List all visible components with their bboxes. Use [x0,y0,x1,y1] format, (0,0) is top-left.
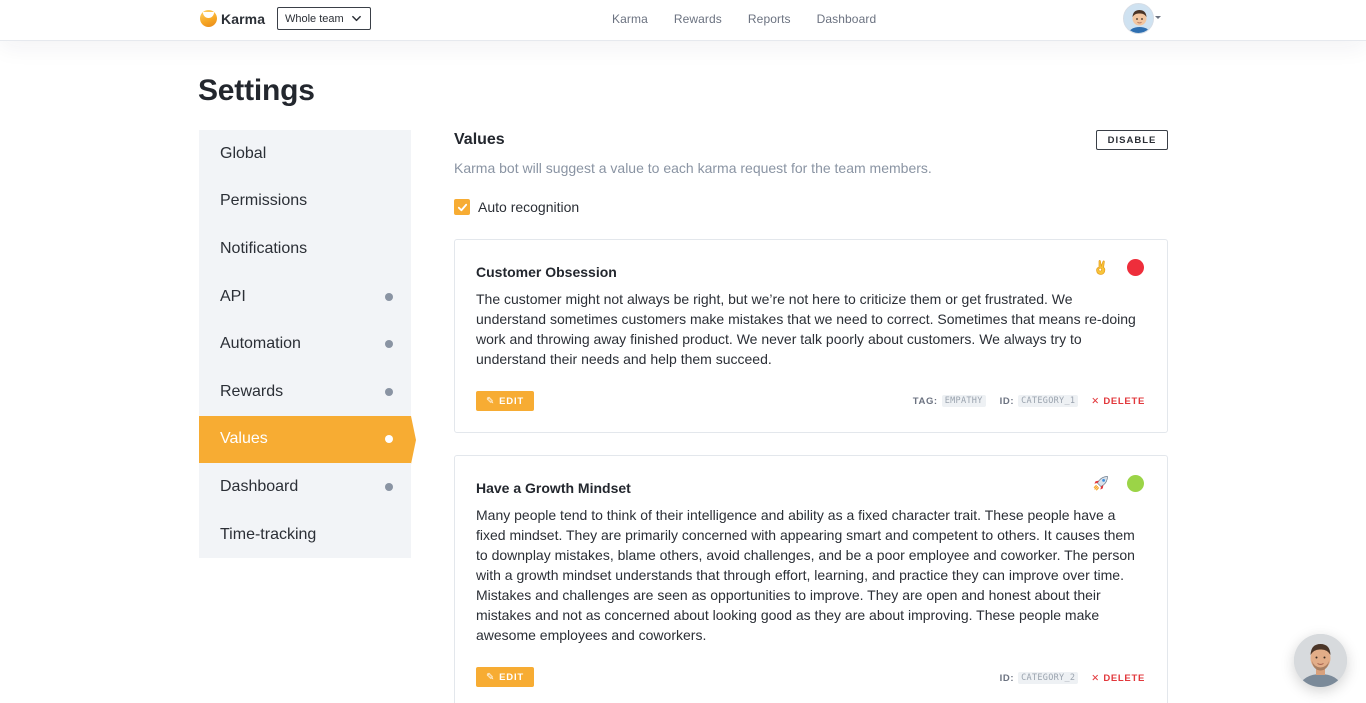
top-navigation-bar: Karma Whole team Karma Rewards Reports D… [0,0,1366,41]
edit-button-label: EDIT [499,395,525,407]
value-card: Have a Growth Mindset Many people tend t… [454,455,1168,703]
sidebar-item-label: Dashboard [220,477,299,495]
nav-link-dashboard[interactable]: Dashboard [817,12,877,26]
delete-button-label: DELETE [1103,672,1145,684]
value-title: Customer Obsession [476,264,617,280]
delete-button[interactable]: ✕ DELETE [1091,396,1145,407]
edit-button[interactable]: ✎ EDIT [476,391,534,411]
sidebar-item-rewards[interactable]: Rewards [199,368,411,416]
value-color-swatch[interactable] [1127,259,1144,276]
sidebar-item-label: Automation [220,335,301,353]
sidebar-item-api[interactable]: API [199,273,411,321]
nav-link-rewards[interactable]: Rewards [674,12,722,26]
pencil-icon: ✎ [485,671,496,683]
karma-logo-icon [200,10,217,27]
user-menu-caret-icon[interactable] [1155,16,1161,19]
sidebar-item-dashboard[interactable]: Dashboard [199,463,411,511]
main-nav: Karma Rewards Reports Dashboard [612,12,902,26]
status-dot [385,340,393,349]
sidebar-item-label: Permissions [220,192,308,210]
page-title: Settings [198,74,315,107]
sidebar-item-notifications[interactable]: Notifications [199,225,411,273]
support-agent-avatar-icon [1294,634,1347,687]
delete-button[interactable]: ✕ DELETE [1091,673,1145,684]
close-icon: ✕ [1091,395,1100,407]
brand-name: Karma [221,10,266,27]
status-dot [385,435,393,444]
tag-label: TAG: [912,395,938,407]
brand-link[interactable]: Karma [200,10,265,27]
user-avatar[interactable] [1123,3,1154,34]
pencil-icon: ✎ [485,395,496,407]
sidebar-item-permissions[interactable]: Permissions [199,178,411,226]
team-select[interactable]: Whole team [277,7,371,30]
sidebar-item-label: Rewards [220,382,284,400]
rocket-emoji-icon [1093,476,1108,491]
sidebar-item-label: Values [220,430,268,448]
sidebar-item-automation[interactable]: Automation [199,320,411,368]
nav-link-reports[interactable]: Reports [748,12,791,26]
section-description: Karma bot will suggest a value to each k… [454,160,932,176]
id-value: CATEGORY_2 [1018,672,1079,684]
value-title: Have a Growth Mindset [476,480,631,496]
auto-recognition-label: Auto recognition [478,199,580,215]
sidebar-item-values[interactable]: Values [199,415,416,464]
section-title: Values [454,131,505,148]
checkmark-icon [457,203,467,211]
value-meta: TAG: EMPATHY ID: CATEGORY_1 ✕ DELETE [913,395,1145,407]
ok-hand-emoji-icon [1096,259,1106,275]
status-dot [385,482,393,491]
id-label: ID: [999,395,1015,407]
tag-value: EMPATHY [941,395,986,407]
id-label: ID: [999,672,1015,684]
sidebar-item-label: API [220,287,246,305]
sidebar-item-label: Time-tracking [220,525,317,543]
sidebar-item-global[interactable]: Global [199,130,411,178]
settings-sidebar: Global Permissions Notifications API Aut… [199,130,416,559]
chevron-down-icon [352,15,361,22]
sidebar-item-label: Global [220,144,267,162]
auto-recognition-checkbox[interactable] [454,199,470,215]
value-color-swatch[interactable] [1127,475,1144,492]
disable-button[interactable]: DISABLE [1096,130,1168,150]
sidebar-item-label: Notifications [220,239,308,257]
user-avatar-icon [1124,4,1153,33]
status-dot [385,292,393,301]
team-select-value: Whole team [285,12,344,25]
nav-link-karma[interactable]: Karma [612,12,648,26]
status-dot [385,387,393,396]
support-chat-button[interactable] [1294,634,1347,687]
edit-button-label: EDIT [499,671,525,683]
value-description: Many people tend to think of their intel… [476,507,1135,643]
id-value: CATEGORY_1 [1018,395,1079,407]
delete-button-label: DELETE [1103,395,1145,407]
sidebar-item-time-tracking[interactable]: Time-tracking [199,511,411,559]
value-meta: ID: CATEGORY_2 ✕ DELETE [1000,672,1145,684]
value-card: Customer Obsession The customer might no… [454,239,1168,433]
value-description: The customer might not always be right, … [476,291,1136,367]
auto-recognition-row: Auto recognition [454,199,579,215]
close-icon: ✕ [1091,672,1100,684]
edit-button[interactable]: ✎ EDIT [476,667,534,687]
